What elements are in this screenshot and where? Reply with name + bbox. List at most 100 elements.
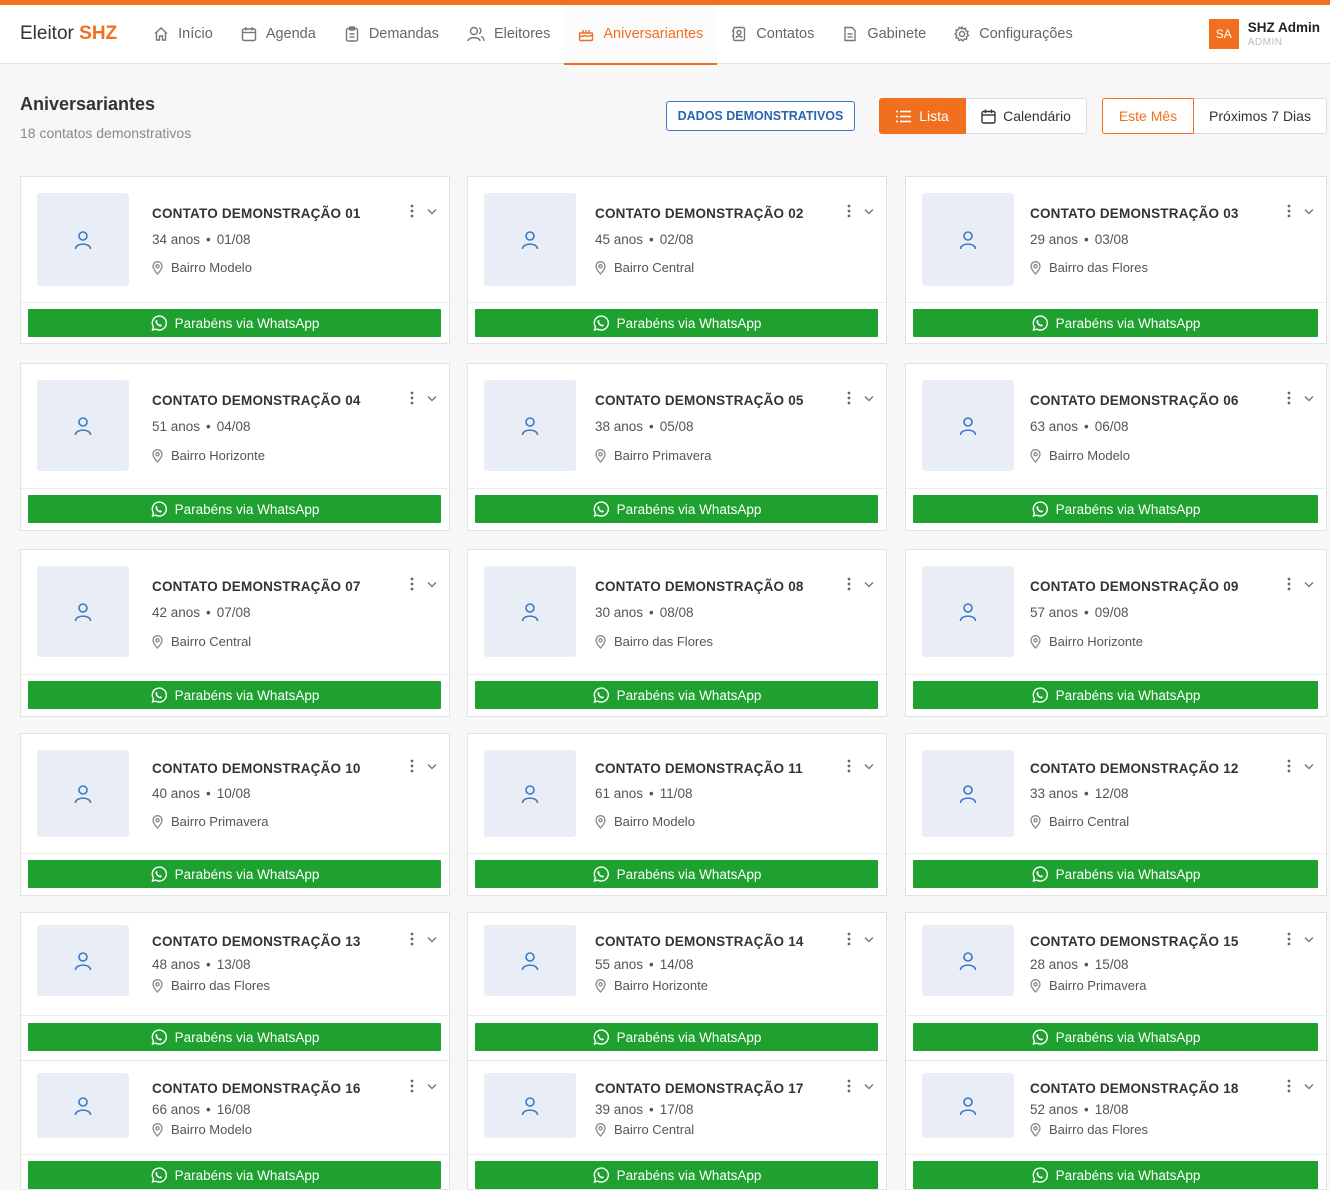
contact-birthday: 18/08 xyxy=(1094,1102,1129,1117)
whatsapp-button-label: Parabéns via WhatsApp xyxy=(616,1167,762,1183)
contact-age-date: 34 anos • 01/08 xyxy=(152,232,251,247)
more-options-icon[interactable] xyxy=(407,576,417,592)
more-options-icon[interactable] xyxy=(1284,758,1294,774)
whatsapp-congrats-button[interactable]: Parabéns via WhatsApp xyxy=(475,1023,878,1051)
nav-item-inicio[interactable]: Início xyxy=(139,5,227,64)
nav-item-demandas[interactable]: Demandas xyxy=(330,5,453,64)
more-options-icon[interactable] xyxy=(1284,203,1294,219)
chevron-down-icon[interactable] xyxy=(426,760,438,772)
chevron-down-icon[interactable] xyxy=(1303,205,1315,217)
chevron-down-icon[interactable] xyxy=(426,392,438,404)
chevron-down-icon[interactable] xyxy=(1303,760,1315,772)
brand-logo[interactable]: Eleitor SHZ xyxy=(20,23,117,45)
contact-name: CONTATO DEMONSTRAÇÃO 01 xyxy=(152,206,361,221)
whatsapp-congrats-button[interactable]: Parabéns via WhatsApp xyxy=(913,309,1318,337)
contact-bairro: Bairro Horizonte xyxy=(171,448,265,463)
whatsapp-congrats-button[interactable]: Parabéns via WhatsApp xyxy=(28,681,441,709)
more-options-icon[interactable] xyxy=(407,390,417,406)
nav-item-configuracoes[interactable]: Configurações xyxy=(940,5,1087,64)
card-divider xyxy=(21,1154,449,1155)
more-options-icon[interactable] xyxy=(844,576,854,592)
contact-bairro: Bairro Central xyxy=(614,260,695,275)
whatsapp-congrats-button[interactable]: Parabéns via WhatsApp xyxy=(475,495,878,523)
more-options-icon[interactable] xyxy=(844,758,854,774)
more-options-icon[interactable] xyxy=(844,931,854,947)
chevron-down-icon[interactable] xyxy=(1303,578,1315,590)
card-divider xyxy=(906,674,1326,675)
card-divider xyxy=(21,302,449,303)
more-options-icon[interactable] xyxy=(407,931,417,947)
view-toggle: Lista Calendário xyxy=(879,98,1087,134)
separator-dot: • xyxy=(649,605,654,620)
whatsapp-congrats-button[interactable]: Parabéns via WhatsApp xyxy=(913,681,1318,709)
nav-item-eleitores[interactable]: Eleitores xyxy=(453,5,564,64)
list-view-button[interactable]: Lista xyxy=(879,98,966,134)
whatsapp-congrats-button[interactable]: Parabéns via WhatsApp xyxy=(913,860,1318,888)
separator-dot: • xyxy=(1084,786,1089,801)
chevron-down-icon[interactable] xyxy=(426,933,438,945)
chevron-down-icon[interactable] xyxy=(1303,392,1315,404)
whatsapp-icon xyxy=(592,500,617,518)
whatsapp-icon xyxy=(592,865,617,883)
contact-card: CONTATO DEMONSTRAÇÃO 03 29 anos • 03/08 Bair… xyxy=(905,176,1327,344)
this-month-button[interactable]: Este Mês xyxy=(1102,98,1194,134)
contact-birthday: 04/08 xyxy=(216,419,251,434)
chevron-down-icon[interactable] xyxy=(863,205,875,217)
nav-item-aniversariantes[interactable]: Aniversariantes xyxy=(564,4,718,65)
user-menu[interactable]: SA SHZ Admin ADMIN xyxy=(1208,19,1320,49)
contact-location: Bairro Primavera xyxy=(1030,978,1147,993)
chevron-down-icon[interactable] xyxy=(863,392,875,404)
whatsapp-congrats-button[interactable]: Parabéns via WhatsApp xyxy=(475,309,878,337)
user-name: SHZ Admin xyxy=(1247,20,1320,35)
map-pin-icon xyxy=(152,448,171,463)
nav-item-contatos[interactable]: Contatos xyxy=(717,5,828,64)
whatsapp-congrats-button[interactable]: Parabéns via WhatsApp xyxy=(28,860,441,888)
more-options-icon[interactable] xyxy=(407,758,417,774)
contact-photo-placeholder xyxy=(37,193,129,286)
more-options-icon[interactable] xyxy=(407,1078,417,1094)
map-pin-icon xyxy=(1030,1122,1049,1137)
whatsapp-congrats-button[interactable]: Parabéns via WhatsApp xyxy=(475,681,878,709)
nav-item-label: Demandas xyxy=(368,26,439,42)
more-options-icon[interactable] xyxy=(1284,1078,1294,1094)
whatsapp-congrats-button[interactable]: Parabéns via WhatsApp xyxy=(28,495,441,523)
nav-item-label: Gabinete xyxy=(867,26,927,42)
more-options-icon[interactable] xyxy=(407,203,417,219)
contact-age-date: 38 anos • 05/08 xyxy=(595,419,694,434)
contact-name: CONTATO DEMONSTRAÇÃO 03 xyxy=(1030,206,1239,221)
chevron-down-icon[interactable] xyxy=(863,578,875,590)
whatsapp-congrats-button[interactable]: Parabéns via WhatsApp xyxy=(28,309,441,337)
nav-item-gabinete[interactable]: Gabinete xyxy=(828,5,940,64)
more-options-icon[interactable] xyxy=(844,1078,854,1094)
more-options-icon[interactable] xyxy=(844,390,854,406)
nav-item-agenda[interactable]: Agenda xyxy=(227,5,330,64)
chevron-down-icon[interactable] xyxy=(863,1080,875,1092)
whatsapp-congrats-button[interactable]: Parabéns via WhatsApp xyxy=(28,1161,441,1189)
more-options-icon[interactable] xyxy=(1284,390,1294,406)
chevron-down-icon[interactable] xyxy=(426,1080,438,1092)
whatsapp-congrats-button[interactable]: Parabéns via WhatsApp xyxy=(913,1161,1318,1189)
more-options-icon[interactable] xyxy=(1284,576,1294,592)
chevron-down-icon[interactable] xyxy=(426,205,438,217)
whatsapp-congrats-button[interactable]: Parabéns via WhatsApp xyxy=(913,495,1318,523)
contact-birthday: 05/08 xyxy=(659,419,694,434)
contact-photo-placeholder xyxy=(922,193,1014,286)
chevron-down-icon[interactable] xyxy=(1303,933,1315,945)
separator-dot: • xyxy=(1084,1102,1089,1117)
whatsapp-congrats-button[interactable]: Parabéns via WhatsApp xyxy=(475,1161,878,1189)
page-subtitle: 18 contatos demonstrativos xyxy=(20,125,192,141)
whatsapp-button-label: Parabéns via WhatsApp xyxy=(616,866,762,882)
whatsapp-congrats-button[interactable]: Parabéns via WhatsApp xyxy=(475,860,878,888)
chevron-down-icon[interactable] xyxy=(1303,1080,1315,1092)
whatsapp-congrats-button[interactable]: Parabéns via WhatsApp xyxy=(28,1023,441,1051)
calendar-view-button[interactable]: Calendário xyxy=(966,98,1087,134)
more-options-icon[interactable] xyxy=(1284,931,1294,947)
separator-dot: • xyxy=(1084,957,1089,972)
whatsapp-congrats-button[interactable]: Parabéns via WhatsApp xyxy=(913,1023,1318,1051)
chevron-down-icon[interactable] xyxy=(863,760,875,772)
next-7-days-button[interactable]: Próximos 7 Dias xyxy=(1194,98,1327,134)
chevron-down-icon[interactable] xyxy=(426,578,438,590)
more-options-icon[interactable] xyxy=(844,203,854,219)
whatsapp-button-label: Parabéns via WhatsApp xyxy=(174,866,320,882)
chevron-down-icon[interactable] xyxy=(863,933,875,945)
